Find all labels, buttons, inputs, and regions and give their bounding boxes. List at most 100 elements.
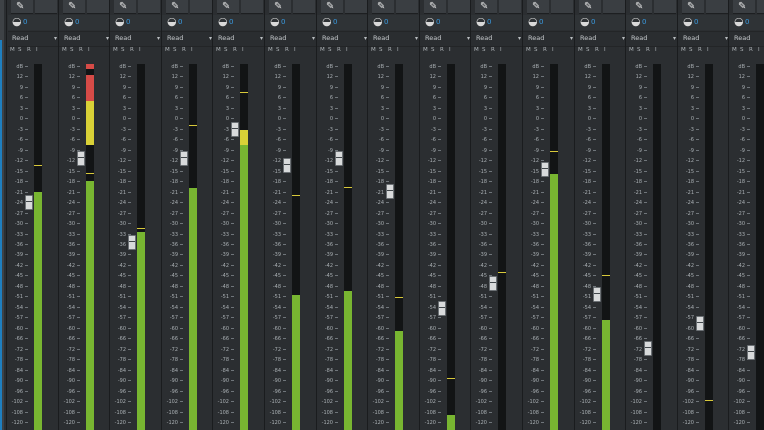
record-button[interactable]: R <box>233 47 237 54</box>
record-button[interactable]: R <box>130 47 134 54</box>
input-monitor-button[interactable]: I <box>139 47 141 54</box>
mute-button[interactable]: M <box>10 47 15 54</box>
insert-slot-button[interactable] <box>138 0 160 14</box>
solo-button[interactable]: S <box>379 47 383 54</box>
mute-button[interactable]: M <box>371 47 376 54</box>
insert-slot-button[interactable]: ✎ <box>166 0 188 14</box>
insert-slot-button[interactable]: ✎ <box>372 0 394 14</box>
input-monitor-button[interactable]: I <box>552 47 554 54</box>
send-knob-icon[interactable]: ◒ <box>167 16 177 28</box>
insert-slot-button[interactable] <box>448 0 470 14</box>
record-button[interactable]: R <box>79 47 83 54</box>
insert-slot-button[interactable]: ✎ <box>682 0 704 14</box>
volume-fader-handle[interactable] <box>489 276 497 291</box>
record-button[interactable]: R <box>749 47 753 54</box>
solo-button[interactable]: S <box>534 47 538 54</box>
solo-button[interactable]: S <box>740 47 744 54</box>
mute-button[interactable]: M <box>629 47 634 54</box>
mute-button[interactable]: M <box>268 47 273 54</box>
insert-slot-button[interactable]: ✎ <box>63 0 85 14</box>
insert-slot-button[interactable] <box>654 0 676 14</box>
solo-button[interactable]: S <box>586 47 590 54</box>
volume-fader-handle[interactable] <box>25 195 33 210</box>
mute-button[interactable]: M <box>474 47 479 54</box>
input-monitor-button[interactable]: I <box>191 47 193 54</box>
send-knob-icon[interactable]: ◒ <box>12 16 22 28</box>
insert-slot-button[interactable]: ✎ <box>11 0 33 14</box>
record-button[interactable]: R <box>285 47 289 54</box>
record-button[interactable]: R <box>27 47 31 54</box>
record-button[interactable]: R <box>337 47 341 54</box>
automation-mode-select[interactable]: Read▾ <box>472 31 524 47</box>
record-button[interactable]: R <box>491 47 495 54</box>
mute-button[interactable]: M <box>62 47 67 54</box>
insert-slot-button[interactable]: ✎ <box>114 0 136 14</box>
insert-slot-button[interactable]: ✎ <box>424 0 446 14</box>
send-knob-icon[interactable]: ◒ <box>64 16 74 28</box>
record-button[interactable]: R <box>595 47 599 54</box>
volume-fader-handle[interactable] <box>541 162 549 177</box>
insert-slot-button[interactable] <box>293 0 315 14</box>
record-button[interactable]: R <box>698 47 702 54</box>
record-button[interactable]: R <box>646 47 650 54</box>
volume-fader-handle[interactable] <box>77 151 85 166</box>
volume-fader-handle[interactable] <box>128 235 136 250</box>
send-knob-icon[interactable]: ◒ <box>528 16 538 28</box>
insert-slot-button[interactable] <box>551 0 573 14</box>
volume-fader-handle[interactable] <box>335 151 343 166</box>
solo-button[interactable]: S <box>276 47 280 54</box>
volume-fader-handle[interactable] <box>593 287 601 302</box>
insert-slot-button[interactable] <box>190 0 212 14</box>
mute-button[interactable]: M <box>320 47 325 54</box>
volume-fader-handle[interactable] <box>231 122 239 137</box>
send-knob-icon[interactable]: ◒ <box>425 16 435 28</box>
insert-slot-button[interactable]: ✎ <box>269 0 291 14</box>
automation-mode-select[interactable]: Read▾ <box>266 31 318 47</box>
solo-button[interactable]: S <box>224 47 228 54</box>
mute-button[interactable]: M <box>113 47 118 54</box>
automation-mode-select[interactable]: Read▾ <box>627 31 679 47</box>
automation-mode-select[interactable]: Read▾ <box>8 31 60 47</box>
insert-slot-button[interactable] <box>35 0 57 14</box>
insert-slot-button[interactable] <box>499 0 521 14</box>
mute-button[interactable]: M <box>732 47 737 54</box>
volume-fader-handle[interactable] <box>438 301 446 316</box>
insert-slot-button[interactable] <box>757 0 764 14</box>
solo-button[interactable]: S <box>121 47 125 54</box>
solo-button[interactable]: S <box>689 47 693 54</box>
solo-button[interactable]: S <box>70 47 74 54</box>
send-knob-icon[interactable]: ◒ <box>373 16 383 28</box>
input-monitor-button[interactable]: I <box>88 47 90 54</box>
insert-slot-button[interactable] <box>345 0 367 14</box>
automation-mode-select[interactable]: Read▾ <box>111 31 163 47</box>
mute-button[interactable]: M <box>526 47 531 54</box>
input-monitor-button[interactable]: I <box>242 47 244 54</box>
send-knob-icon[interactable]: ◒ <box>270 16 280 28</box>
solo-button[interactable]: S <box>328 47 332 54</box>
volume-fader-handle[interactable] <box>747 345 755 360</box>
solo-button[interactable]: S <box>637 47 641 54</box>
input-monitor-button[interactable]: I <box>294 47 296 54</box>
solo-button[interactable]: S <box>18 47 22 54</box>
volume-fader-handle[interactable] <box>283 158 291 173</box>
input-monitor-button[interactable]: I <box>604 47 606 54</box>
input-monitor-button[interactable]: I <box>397 47 399 54</box>
automation-mode-select[interactable]: Read▾ <box>163 31 215 47</box>
record-button[interactable]: R <box>388 47 392 54</box>
input-monitor-button[interactable]: I <box>758 47 760 54</box>
insert-slot-button[interactable] <box>603 0 625 14</box>
mute-button[interactable]: M <box>681 47 686 54</box>
send-knob-icon[interactable]: ◒ <box>115 16 125 28</box>
automation-mode-select[interactable]: Read▾ <box>60 31 112 47</box>
input-monitor-button[interactable]: I <box>707 47 709 54</box>
insert-slot-button[interactable] <box>87 0 109 14</box>
automation-mode-select[interactable]: Read▾ <box>214 31 266 47</box>
mute-button[interactable]: M <box>578 47 583 54</box>
send-knob-icon[interactable]: ◒ <box>580 16 590 28</box>
record-button[interactable]: R <box>543 47 547 54</box>
solo-button[interactable]: S <box>482 47 486 54</box>
send-knob-icon[interactable]: ◒ <box>322 16 332 28</box>
automation-mode-select[interactable]: Read▾ <box>421 31 473 47</box>
insert-slot-button[interactable]: ✎ <box>217 0 239 14</box>
volume-fader-handle[interactable] <box>696 316 704 331</box>
